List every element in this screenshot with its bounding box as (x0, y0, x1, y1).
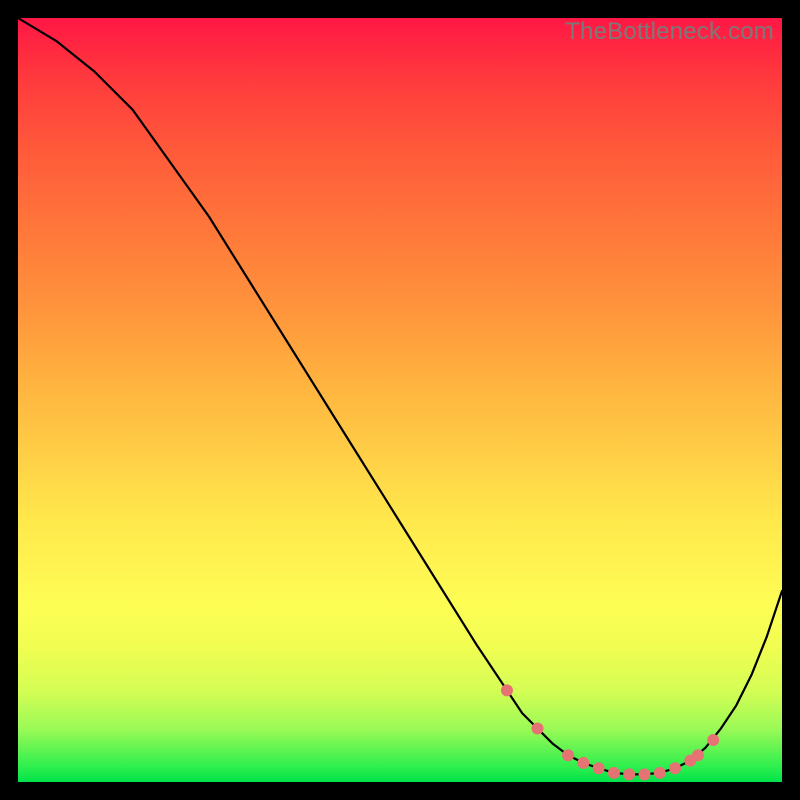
highlight-dot (638, 768, 650, 780)
highlight-dot (562, 749, 574, 761)
highlight-dot (608, 767, 620, 779)
highlight-dot (532, 723, 544, 735)
highlight-dot (654, 767, 666, 779)
highlight-dot (692, 749, 704, 761)
watermark-label: TheBottleneck.com (565, 18, 774, 46)
highlight-dot (669, 762, 681, 774)
dots-svg (18, 18, 782, 782)
highlight-dot (577, 757, 589, 769)
chart-container: TheBottleneck.com (0, 0, 800, 800)
highlight-dot (707, 734, 719, 746)
highlight-dot (501, 684, 513, 696)
highlight-dot (593, 762, 605, 774)
highlight-dots (501, 684, 719, 780)
highlight-dot (623, 768, 635, 780)
plot-area: TheBottleneck.com (18, 18, 782, 782)
